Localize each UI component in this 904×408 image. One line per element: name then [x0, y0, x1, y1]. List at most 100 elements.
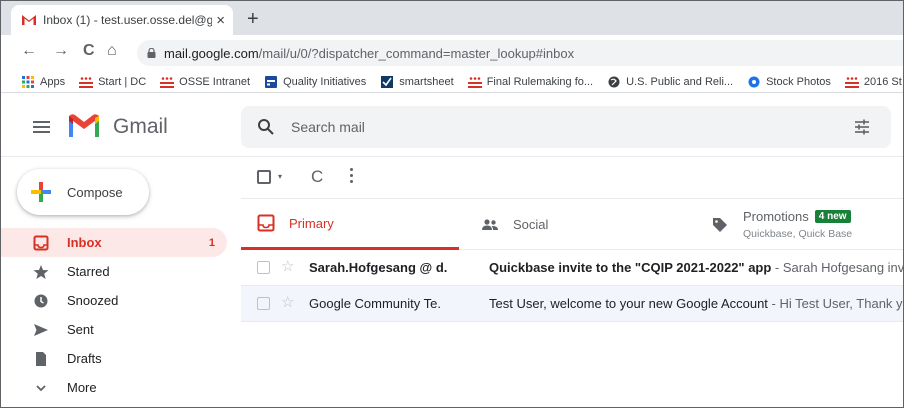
tab-title: Inbox (1) - test.user.osse.del@gm — [43, 13, 213, 27]
sidebar-item-label: Inbox — [67, 235, 102, 250]
star-outline-icon[interactable]: ☆ — [281, 259, 294, 274]
sidebar-item-starred[interactable]: Starred — [1, 257, 227, 286]
bookmark-us-public[interactable]: U.S. Public and Reli... — [607, 76, 733, 88]
promotions-title-row: Promotions 4 new — [743, 209, 852, 224]
dc-flag-icon — [79, 75, 94, 88]
globe-icon — [608, 76, 620, 87]
dc-flag-icon — [160, 76, 175, 88]
compose-plus-icon — [31, 182, 51, 202]
promotions-senders: Quickbase, Quick Base — [743, 228, 853, 240]
tab-label: Promotions — [743, 209, 809, 224]
row-checkbox[interactable] — [257, 261, 270, 274]
star-outline-icon[interactable]: ☆ — [281, 295, 294, 310]
clock-icon — [34, 294, 48, 307]
email-sender: Google Community Te. — [309, 296, 441, 311]
search-options-icon[interactable] — [853, 118, 871, 136]
tab-promotions[interactable]: Promotions 4 new Quickbase, Quick Base — [711, 199, 852, 250]
select-menu-icon[interactable]: ▾ — [278, 172, 282, 181]
dc-flag-icon — [467, 76, 482, 88]
tab-close-icon[interactable]: × — [216, 13, 225, 28]
promotions-text: Promotions 4 new Quickbase, Quick Base — [743, 209, 852, 240]
sidebar-item-label: Drafts — [67, 351, 102, 366]
compose-label: Compose — [67, 184, 123, 200]
tab-strip: Inbox (1) - test.user.osse.del@gm × + — [1, 1, 903, 35]
sidebar-item-label: Starred — [67, 264, 110, 279]
email-snippet: - Hi Test User, Thank yo — [767, 296, 904, 311]
bookmark-stock-photos[interactable]: Stock Photos — [747, 76, 831, 88]
chevron-down-icon — [36, 384, 46, 391]
browser-toolbar: ← → C ⌂ mail.google.com/mail/u/0/?dispat… — [1, 35, 903, 71]
browser-window: Inbox (1) - test.user.osse.del@gm × + ← … — [0, 0, 904, 408]
smartsheet-icon — [381, 75, 394, 88]
sidebar-item-label: More — [67, 380, 97, 395]
email-row[interactable]: ☆ Sarah.Hofgesang @ d. Quickbase invite … — [241, 250, 903, 286]
tab-primary[interactable]: Primary — [241, 199, 459, 250]
gmail-logo-icon[interactable] — [67, 113, 101, 139]
sidebar-item-sent[interactable]: Sent — [1, 315, 227, 344]
gmail-brand[interactable]: Gmail — [113, 115, 168, 139]
tag-icon — [713, 217, 727, 232]
bookmark-start-dc[interactable]: Start | DC — [79, 75, 147, 88]
new-count-badge: 4 new — [814, 210, 851, 223]
bookmark-label: Apps — [40, 75, 66, 88]
sidebar-item-label: Snoozed — [67, 293, 119, 308]
bookmark-label: OSSE Intranet — [179, 75, 251, 88]
mail-list-area: ▾ C Primary Social Promotions 4 new Quic… — [241, 157, 904, 407]
search-bar[interactable]: Search mail — [241, 106, 891, 148]
home-button[interactable]: ⌂ — [107, 43, 117, 59]
bookmark-label: Stock Photos — [766, 75, 831, 88]
category-tabs: Primary Social Promotions 4 new Quickbas… — [241, 199, 903, 250]
back-button[interactable]: ← — [21, 43, 37, 59]
email-subject: Quickbase invite to the "CQIP 2021-2022"… — [489, 260, 772, 275]
bookmarks-bar: Apps Start | DC OSSE Intranet Quality In… — [1, 71, 903, 93]
bookmark-2016[interactable]: 2016 St — [844, 76, 902, 88]
tab-label: Primary — [289, 215, 334, 231]
reload-button[interactable]: C — [83, 43, 95, 59]
sidebar-item-drafts[interactable]: Drafts — [1, 344, 227, 373]
select-all-checkbox[interactable] — [257, 170, 271, 184]
url-path: /mail/u/0/?dispatcher_command=master_loo… — [258, 45, 575, 61]
address-bar[interactable]: mail.google.com/mail/u/0/?dispatcher_com… — [137, 40, 903, 66]
refresh-icon[interactable]: C — [311, 167, 323, 187]
inbox-unread-count: 1 — [208, 236, 215, 249]
stock-photos-icon — [748, 76, 760, 87]
bookmark-label: smartsheet — [399, 75, 454, 88]
forward-button[interactable]: → — [53, 43, 69, 59]
email-subject: Test User, welcome to your new Google Ac… — [489, 296, 768, 311]
compose-button[interactable]: Compose — [17, 169, 149, 215]
bookmark-osse-intranet[interactable]: OSSE Intranet — [160, 76, 250, 88]
apps-grid-icon — [22, 75, 34, 88]
lock-icon — [147, 48, 156, 58]
email-content: Test User, welcome to your new Google Ac… — [489, 296, 904, 311]
people-icon — [482, 218, 498, 230]
inbox-icon — [257, 214, 275, 232]
sidebar-item-label: Sent — [67, 322, 94, 337]
bookmark-final-rulemaking[interactable]: Final Rulemaking fo... — [467, 76, 593, 88]
search-icon[interactable] — [257, 118, 275, 136]
draft-icon — [36, 351, 46, 366]
bookmark-apps[interactable]: Apps — [21, 75, 66, 88]
bookmark-quality-initiatives[interactable]: Quality Initiatives — [264, 75, 366, 88]
list-toolbar: ▾ C — [241, 157, 903, 199]
sidebar-nav: Inbox 1 Starred Snoozed Sent Drafts More — [1, 228, 227, 402]
bookmark-smartsheet[interactable]: smartsheet — [380, 75, 454, 88]
star-icon — [33, 264, 49, 279]
email-row[interactable]: ☆ Google Community Te. Test User, welcom… — [241, 286, 904, 322]
sidebar-item-more[interactable]: More — [1, 373, 227, 402]
tab-social[interactable]: Social — [481, 199, 548, 250]
dc-flag-icon — [844, 76, 859, 88]
bookmark-label: Start | DC — [98, 75, 147, 88]
row-checkbox[interactable] — [257, 297, 270, 310]
browser-tab-inbox[interactable]: Inbox (1) - test.user.osse.del@gm × — [11, 5, 233, 35]
main-menu-icon[interactable] — [33, 121, 50, 133]
sidebar-item-inbox[interactable]: Inbox 1 — [1, 228, 227, 257]
url-host: mail.google.com — [164, 45, 259, 61]
gmail-header: Gmail Search mail — [1, 93, 903, 157]
gmail-favicon-icon — [22, 15, 36, 25]
calendar-icon — [265, 75, 278, 88]
sidebar-item-snoozed[interactable]: Snoozed — [1, 286, 227, 315]
tab-label: Social — [513, 217, 549, 232]
new-tab-button[interactable]: + — [247, 9, 259, 29]
search-input[interactable]: Search mail — [291, 119, 365, 135]
more-options-icon[interactable] — [350, 168, 354, 184]
